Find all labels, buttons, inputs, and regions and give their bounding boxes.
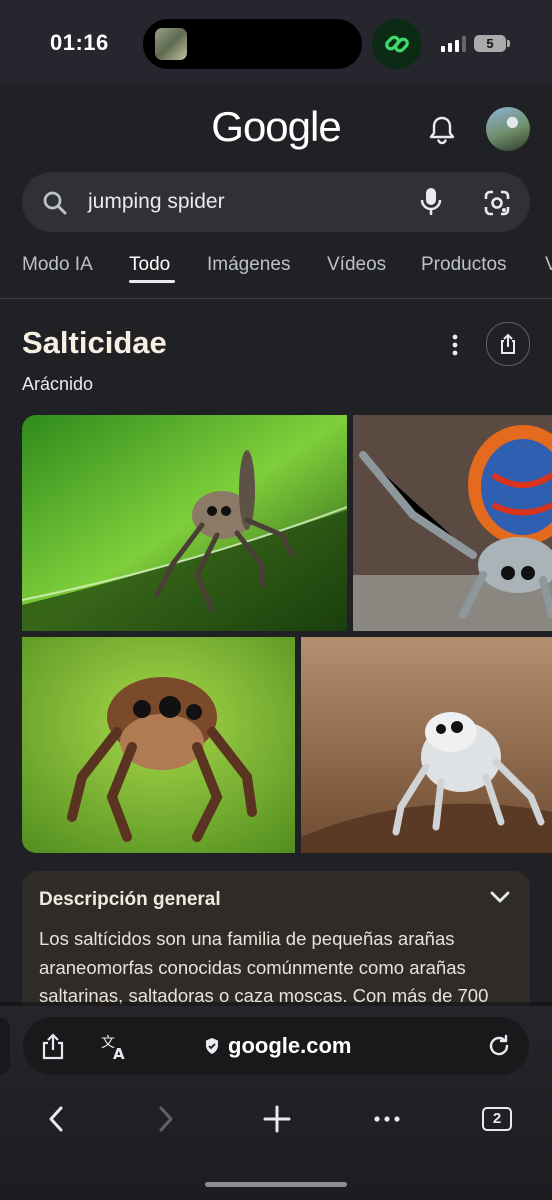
search-query[interactable]: jumping spider bbox=[88, 190, 225, 214]
tab-more[interactable]: V bbox=[545, 254, 552, 276]
plus-icon[interactable] bbox=[262, 1103, 292, 1135]
spider-image-2[interactable] bbox=[353, 415, 552, 631]
status-bar: 01:16 5 bbox=[0, 0, 552, 84]
now-playing-thumbnail bbox=[155, 28, 187, 60]
chevron-down-icon[interactable] bbox=[489, 889, 511, 905]
tab-todo[interactable]: Todo bbox=[129, 254, 170, 276]
knowledge-panel-subtitle: Arácnido bbox=[22, 374, 94, 394]
tab-videos[interactable]: Vídeos bbox=[327, 254, 386, 276]
spider-image-4[interactable] bbox=[301, 637, 552, 853]
tabs-icon[interactable]: 2 bbox=[482, 1107, 512, 1131]
search-tabs: Modo IA Todo Imágenes Vídeos Productos V bbox=[0, 250, 552, 299]
share-icon bbox=[501, 333, 515, 354]
spider-image-3[interactable] bbox=[22, 637, 295, 853]
google-logo[interactable]: Google bbox=[0, 103, 552, 151]
svg-text:A: A bbox=[113, 1045, 125, 1060]
overview-title: Descripción general bbox=[39, 889, 221, 910]
account-avatar[interactable] bbox=[486, 107, 530, 151]
share-button[interactable] bbox=[486, 322, 530, 366]
lens-icon[interactable] bbox=[483, 189, 511, 217]
dynamic-island bbox=[143, 19, 362, 69]
bell-icon[interactable] bbox=[428, 115, 456, 145]
address-bar[interactable]: 文 A google.com bbox=[23, 1017, 529, 1075]
spider-image-1[interactable] bbox=[22, 415, 347, 631]
tab-modo-ia[interactable]: Modo IA bbox=[22, 254, 93, 276]
active-tab-indicator bbox=[129, 280, 175, 283]
tab-productos[interactable]: Productos bbox=[421, 254, 507, 276]
previous-tab-peek[interactable] bbox=[0, 1017, 10, 1075]
more-vert-icon[interactable] bbox=[445, 333, 465, 357]
status-time: 01:16 bbox=[50, 30, 109, 55]
search-bar[interactable]: jumping spider bbox=[22, 172, 530, 232]
reload-icon[interactable] bbox=[486, 1033, 512, 1059]
battery-tip bbox=[507, 40, 510, 47]
overview-text: Los saltícidos son una familia de pequeñ… bbox=[39, 928, 489, 1006]
knowledge-panel-title: Salticidae bbox=[22, 325, 167, 360]
home-indicator bbox=[205, 1182, 347, 1187]
tab-imagenes[interactable]: Imágenes bbox=[207, 254, 290, 276]
search-icon bbox=[43, 191, 67, 215]
more-horiz-icon[interactable] bbox=[372, 1103, 402, 1135]
signal-icon bbox=[441, 36, 466, 52]
forward-icon[interactable] bbox=[154, 1103, 178, 1135]
translate-icon[interactable]: 文 A bbox=[101, 1032, 129, 1060]
address-domain[interactable]: google.com bbox=[228, 1033, 351, 1059]
link-activity-icon bbox=[372, 19, 422, 69]
back-icon[interactable] bbox=[44, 1103, 68, 1135]
lock-icon bbox=[206, 1038, 218, 1054]
battery-icon: 5 bbox=[474, 35, 506, 52]
share-icon[interactable] bbox=[40, 1033, 66, 1061]
mic-icon[interactable] bbox=[420, 187, 442, 217]
